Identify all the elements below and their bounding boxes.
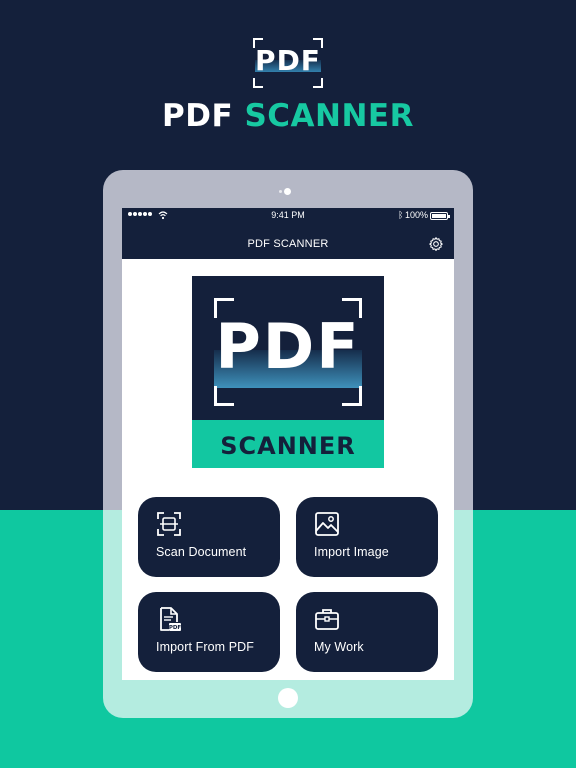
import-image-button[interactable]: Import Image [296, 497, 438, 577]
my-work-button[interactable]: My Work [296, 592, 438, 672]
image-icon [315, 512, 339, 536]
hero-title-part2: SCANNER [244, 98, 414, 134]
import-from-pdf-button[interactable]: PDF Import From PDF [138, 592, 280, 672]
app-bar: PDF SCANNER [122, 223, 454, 259]
scan-document-button[interactable]: Scan Document [138, 497, 280, 577]
hero-logo: PDF [253, 38, 323, 88]
action-label: Import Image [314, 545, 389, 559]
scan-document-icon [157, 512, 181, 536]
hero-logo-text: PDF [255, 44, 321, 77]
app-title: PDF SCANNER [247, 238, 329, 250]
app-logo-band-text: SCANNER [220, 432, 356, 460]
battery-icon [430, 212, 450, 220]
home-button[interactable] [278, 688, 298, 708]
app-logo-band: SCANNER [192, 420, 384, 468]
action-label: Scan Document [156, 545, 247, 559]
tablet-screen: 9:41 PM ᛒ 100% PDF SCANNER PDF SCANNER S… [122, 208, 454, 680]
camera-dot [284, 188, 291, 195]
pdf-file-icon: PDF [160, 607, 182, 631]
bluetooth-icon: ᛒ [398, 210, 404, 220]
app-logo: PDF SCANNER [192, 276, 384, 468]
status-bar: 9:41 PM ᛒ 100% [122, 208, 454, 223]
action-label: Import From PDF [156, 640, 255, 654]
briefcase-icon [315, 609, 339, 630]
camera-sensor [279, 190, 282, 193]
frame-corner [253, 78, 263, 88]
hero-title-part1: PDF [162, 98, 234, 134]
svg-text:PDF: PDF [169, 625, 182, 631]
frame-corner [214, 386, 234, 406]
settings-gear-icon[interactable] [428, 236, 444, 252]
hero-title: PDF SCANNER [0, 98, 576, 134]
frame-corner [342, 386, 362, 406]
action-label: My Work [314, 640, 364, 654]
frame-corner [313, 78, 323, 88]
app-logo-pdf-text: PDF [215, 310, 361, 383]
battery-percent: 100% [405, 210, 429, 220]
